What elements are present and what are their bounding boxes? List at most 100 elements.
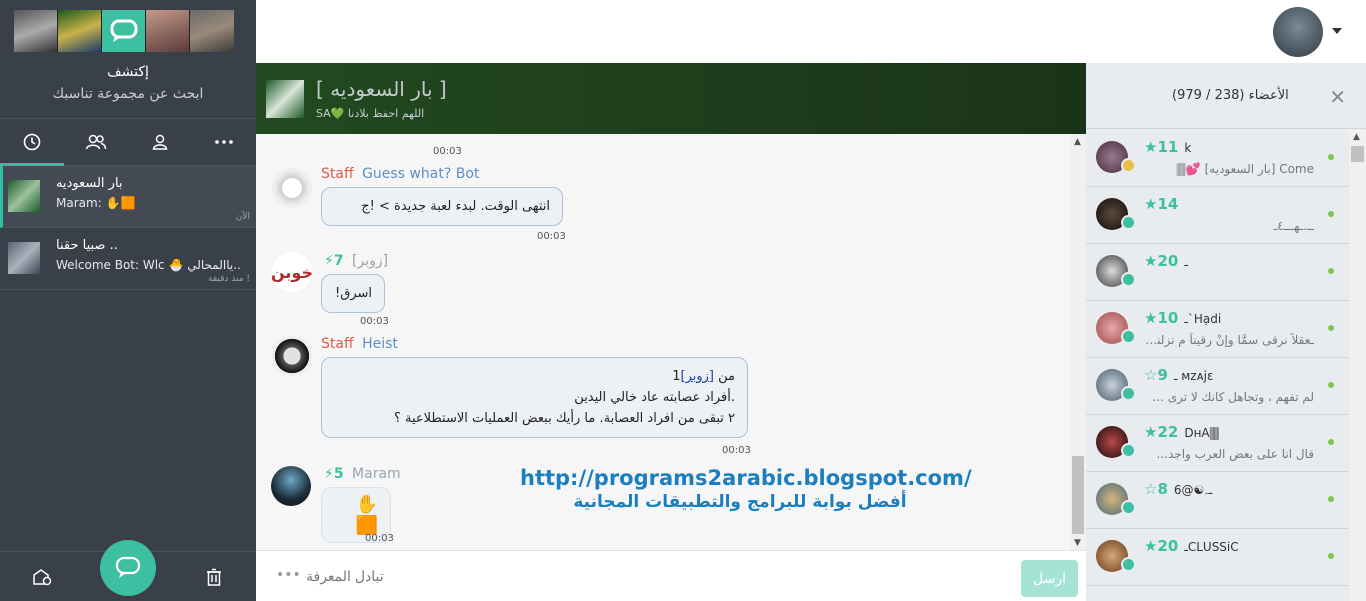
sender-avatar[interactable] (271, 466, 311, 506)
scroll-down-icon[interactable]: ▼ (1074, 538, 1081, 548)
crown-badge-icon (1121, 158, 1136, 173)
member-item[interactable]: ★22 DʜA🀫 قال انا على بعض العرب واجد... (1086, 415, 1350, 472)
scroll-up-icon[interactable]: ▲ (1353, 132, 1360, 142)
conversation-name: بار السعوديه (56, 176, 123, 191)
member-item[interactable]: ★11 k Come [بار السعوديه] 💕🀫 (1086, 130, 1350, 187)
sidebar-tabs (0, 118, 256, 166)
role-label: Staff (321, 336, 354, 352)
tab-groups[interactable] (64, 119, 128, 165)
member-level: ☆8 ـﮧ☯@6 (1144, 480, 1212, 498)
chat-scrollbar-thumb[interactable] (1072, 456, 1084, 534)
member-status: قال انا على بعض العرب واجد... (1156, 447, 1314, 461)
person-icon (152, 134, 168, 150)
send-button[interactable]: ارسل (1021, 560, 1078, 597)
groups-collage[interactable] (14, 10, 234, 52)
discover-section[interactable]: إكتشف ابحث عن مجموعة تناسبك (0, 64, 256, 102)
discover-title[interactable]: إكتشف (0, 64, 256, 80)
more-options-icon[interactable]: ••• (276, 567, 301, 583)
member-level: ★22 DʜA🀫 (1144, 423, 1219, 441)
member-badge-icon (1121, 557, 1136, 572)
user-avatar[interactable] (1273, 7, 1323, 57)
conversation-time: الآن (235, 212, 250, 222)
room-avatar[interactable] (266, 80, 304, 118)
member-badge-icon (1121, 329, 1136, 344)
app-logo-tile[interactable] (102, 10, 146, 52)
chevron-down-icon[interactable] (1332, 28, 1342, 34)
message-meta: ⚡7 [زوبر] (324, 253, 388, 269)
tab-more[interactable] (192, 119, 256, 165)
clock-icon (23, 133, 41, 151)
level-value: 7 (333, 253, 344, 269)
level-value: ★11 (1144, 138, 1179, 156)
conversation-item[interactable]: بار السعوديه Maram: ✋🟧 الآن (0, 166, 256, 228)
member-item[interactable]: ★20 ـCLᑌSSiC (1086, 529, 1350, 586)
member-level: ★20 ـCLᑌSSiC (1144, 537, 1239, 555)
mention-link[interactable]: [زوبر] (681, 369, 715, 384)
collage-image[interactable] (58, 10, 102, 52)
tab-recent[interactable] (0, 119, 64, 166)
chat-logo-icon (110, 19, 137, 42)
tab-profile[interactable] (128, 119, 192, 165)
member-level: ★11 k (1144, 138, 1191, 156)
members-header: الأعضاء (238 / 979) ✕ (1086, 63, 1366, 129)
online-indicator (1328, 496, 1334, 502)
member-item[interactable]: ★20 ـ (1086, 244, 1350, 301)
message-meta: Staff Guess what? Bot (321, 166, 479, 182)
member-name: ـ ᴍzᴀjɛ (1173, 369, 1214, 383)
member-level: ★10 ـ`Hạdi (1144, 309, 1221, 327)
member-badge-icon (1121, 386, 1136, 401)
conversation-item[interactable]: صبيا حقنا .. Welcome Bot: Wlc 🐣 ياالمحال… (0, 228, 256, 290)
members-list: ★11 k Come [بار السعوديه] 💕🀫 ★14 ــ.ـهـــ… (1086, 130, 1350, 586)
member-level: ☆9 ـ ᴍzᴀjɛ (1144, 366, 1214, 384)
collage-image[interactable] (190, 10, 234, 52)
message-bubble: اسرق! (321, 274, 385, 313)
message-input[interactable] (306, 563, 1006, 589)
watermark-tagline: أفضل بوابة للبرامج والتطبيقات المجانية (573, 492, 907, 512)
message-line: .أفراد عصابته عاد خالي اليدين (574, 390, 735, 405)
member-item[interactable]: ☆9 ـ ᴍzᴀjɛ لم تفهم ، وتجاهل كانك لا ترى .… (1086, 358, 1350, 415)
member-badge-icon (1121, 443, 1136, 458)
sender-avatar[interactable] (272, 336, 312, 376)
room-subtitle: SA💚 اللهم احفظ بلادنا (316, 107, 425, 120)
room-title: [ بار السعوديه ] (316, 77, 447, 101)
members-scrollbar-thumb[interactable] (1351, 146, 1364, 162)
role-label: Staff (321, 166, 354, 182)
online-indicator (1328, 382, 1334, 388)
trash-icon (207, 568, 221, 586)
message-meta: Staff Heist (321, 336, 398, 352)
level-value: 5 (333, 466, 344, 482)
member-item[interactable]: ☆8 ـﮧ☯@6 (1086, 472, 1350, 529)
online-indicator (1328, 154, 1334, 160)
chat-header: [ بار السعوديه ] SA💚 اللهم احفظ بلادنا (256, 63, 1086, 134)
member-badge-icon (1121, 215, 1136, 230)
member-badge-icon (1121, 500, 1136, 515)
members-panel: الأعضاء (238 / 979) ✕ ★11 k Come [بار الس… (1086, 63, 1366, 601)
message-time: 00:03 (722, 445, 751, 456)
mail-settings-button[interactable] (32, 568, 52, 590)
scroll-up-icon[interactable]: ▲ (1074, 137, 1081, 147)
sender-name[interactable]: Heist (362, 336, 398, 352)
close-icon[interactable]: ✕ (1329, 85, 1346, 109)
conversation-list: بار السعوديه Maram: ✋🟧 الآن صبيا حقنا ..… (0, 166, 256, 290)
sender-name[interactable]: Guess what? Bot (362, 166, 479, 182)
conversation-preview: Welcome Bot: Wlc 🐣 ياالمحالي.. (56, 258, 241, 272)
member-item[interactable]: ★14 ــ.ـهـــ٤ـ (1086, 187, 1350, 244)
conversation-preview: Maram: ✋🟧 (56, 196, 136, 210)
new-chat-button[interactable] (100, 540, 156, 596)
room-thumbnail (8, 242, 40, 274)
level-badge: ⚡7 (324, 253, 344, 269)
delete-button[interactable] (206, 568, 222, 590)
collage-image[interactable] (146, 10, 190, 52)
member-name: ـCLᑌSSiC (1184, 540, 1239, 554)
members-scrollbar[interactable] (1349, 130, 1366, 601)
left-sidebar: إكتشف ابحث عن مجموعة تناسبك بار السعوديه… (0, 0, 256, 601)
sender-name[interactable]: Maram (352, 466, 401, 482)
sender-avatar[interactable] (272, 168, 312, 208)
sender-avatar[interactable]: خوبن (271, 252, 313, 292)
collage-image[interactable] (14, 10, 58, 52)
app-root: إكتشف ابحث عن مجموعة تناسبك بار السعوديه… (0, 0, 1366, 601)
member-name: ـ (1184, 255, 1188, 269)
member-item[interactable]: ★10 ـ`Hạdi ـعقلاً نرقى سمَّا وإنْ رقيناً … (1086, 301, 1350, 358)
sender-name[interactable]: [زوبر] (352, 253, 388, 269)
more-dots-icon (215, 140, 233, 144)
